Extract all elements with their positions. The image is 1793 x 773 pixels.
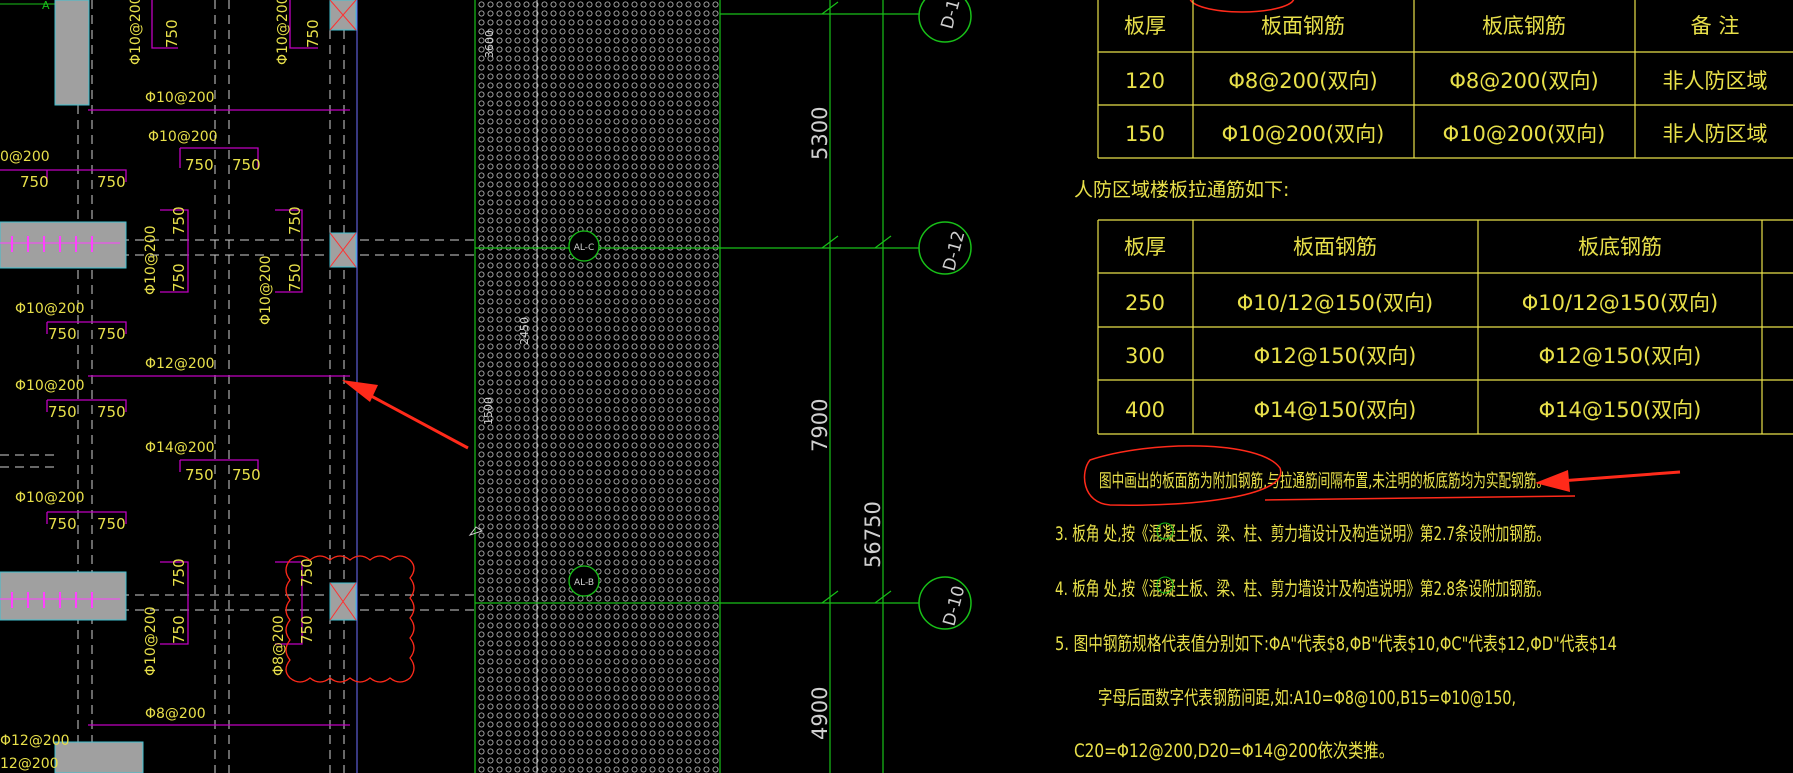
spacing-label: 750 bbox=[20, 173, 49, 191]
grid-bubble-d-10[interactable]: D-10 bbox=[918, 576, 972, 630]
grid-dimensions: 5300 7900 56750 4900 bbox=[808, 107, 885, 740]
spacing-label: 750 bbox=[170, 615, 188, 644]
table2-cell: Φ12@150(双向) bbox=[1254, 344, 1417, 368]
wall-section: 3600 2450 1500 bbox=[468, 0, 721, 773]
grid-bubble-d-12[interactable]: D-12 bbox=[918, 221, 972, 275]
table2-cell: Φ14@150(双向) bbox=[1539, 398, 1702, 422]
rebar-label: 12@200 bbox=[0, 756, 59, 772]
markup-ellipse-top[interactable] bbox=[1189, 0, 1295, 13]
note-4: 4. 板角 处,按《混凝土板、梁、柱、剪力墙设计及构造说明》第2.8条设附加钢筋… bbox=[1055, 578, 1550, 600]
table2-cell: 300 bbox=[1125, 344, 1165, 368]
rebar-label: Φ12@200 bbox=[145, 356, 215, 372]
spacing-label: 750 bbox=[170, 206, 188, 235]
annotation-arrow-right bbox=[1535, 470, 1681, 492]
rebar-label: Φ10@200 bbox=[15, 490, 85, 506]
markup-underline bbox=[1264, 495, 1576, 501]
table2-cell: Φ10/12@150(双向) bbox=[1237, 291, 1434, 315]
grid-dim: 4900 bbox=[808, 687, 832, 740]
table2-cell: 400 bbox=[1125, 398, 1165, 422]
rebar-label: Φ8@200 bbox=[145, 706, 206, 722]
rebar-label: Φ10@200 bbox=[15, 301, 85, 317]
table1-cell: Φ10@200(双向) bbox=[1443, 122, 1606, 146]
spacing-label: 750 bbox=[304, 19, 322, 48]
rebar-label: Φ14@200 bbox=[145, 440, 215, 456]
table1-header: 备 注 bbox=[1691, 14, 1740, 38]
spacing-label: 750 bbox=[97, 325, 126, 343]
table1-header: 板底钢筋 bbox=[1482, 14, 1566, 38]
spacing-label: 750 bbox=[185, 466, 214, 484]
wall-dim: 3600 bbox=[483, 30, 496, 58]
spacing-label: 750 bbox=[170, 558, 188, 587]
rebar-label: Φ12@200 bbox=[0, 733, 70, 749]
table1-cell: 非人防区域 bbox=[1663, 122, 1768, 146]
axis-bubble-al-b[interactable]: AL-B bbox=[568, 565, 600, 597]
spacing-label: 750 bbox=[298, 558, 316, 587]
axis-bubble-al-c[interactable]: AL-C bbox=[568, 230, 600, 262]
spacing-label: 750 bbox=[185, 156, 214, 174]
note-5-line3: C20=Φ12@200,D20=Φ14@200依次类推。 bbox=[1074, 740, 1394, 762]
grid-dim: 7900 bbox=[808, 399, 832, 452]
table2-cell: Φ10/12@150(双向) bbox=[1522, 291, 1719, 315]
cad-drawing-canvas[interactable]: A Φ10@200 Φ10@200 Φ10@200 Φ10@200 0@200 … bbox=[0, 0, 1793, 773]
table1-cell: 150 bbox=[1125, 122, 1165, 146]
spacing-label: 750 bbox=[48, 325, 77, 343]
spacing-label: 750 bbox=[232, 156, 261, 174]
note-highlight: 图中画出的板面筋为附加钢筋,与拉通筋间隔布置,未注明的板底筋均为实配钢筋。 bbox=[1099, 471, 1549, 492]
table1-cell: 120 bbox=[1125, 69, 1165, 93]
rebar-label: Φ10@200 bbox=[143, 225, 159, 295]
spacing-labels: 750 750 750 750 750 750 750 750 750 750 … bbox=[20, 19, 322, 644]
spacing-label: 750 bbox=[286, 263, 304, 292]
spacing-label: 750 bbox=[97, 173, 126, 191]
note-3: 3. 板角 处,按《混凝土板、梁、柱、剪力墙设计及构造说明》第2.7条设附加钢筋… bbox=[1055, 523, 1550, 545]
note-5-line1: 5. 图中钢筋规格代表值分别如下:ΦA"代表$8,ΦB"代表$10,ΦC"代表$… bbox=[1055, 633, 1617, 655]
rebar-label: Φ10@200 bbox=[145, 90, 215, 106]
table1-cell: Φ8@200(双向) bbox=[1228, 69, 1377, 93]
table2-header: 板厚 bbox=[1124, 235, 1166, 259]
table1-header: 板厚 bbox=[1124, 14, 1166, 38]
wall-dim: 1500 bbox=[482, 397, 495, 425]
rebar-label: Φ10@200 bbox=[275, 0, 291, 65]
table2-header: 板面钢筋 bbox=[1293, 235, 1377, 259]
top-axis-label: A bbox=[42, 0, 50, 12]
table2-header: 板底钢筋 bbox=[1578, 235, 1662, 259]
spacing-label: 750 bbox=[97, 403, 126, 421]
spacing-label: 750 bbox=[232, 466, 261, 484]
spacing-label: 750 bbox=[170, 263, 188, 292]
rebar-label: Φ8@200 bbox=[271, 615, 287, 676]
section2-title: 人防区域楼板拉通筋如下: bbox=[1074, 179, 1289, 201]
annotation-arrow-left bbox=[342, 380, 469, 450]
svg-text:AL-C: AL-C bbox=[574, 243, 595, 253]
table2-cell: Φ12@150(双向) bbox=[1539, 344, 1702, 368]
floor-plan-area: A Φ10@200 Φ10@200 Φ10@200 Φ10@200 0@200 … bbox=[0, 0, 475, 773]
rebar-labels: Φ10@200 Φ10@200 Φ10@200 Φ10@200 0@200 Φ1… bbox=[0, 0, 291, 772]
table2-cell: Φ14@150(双向) bbox=[1254, 398, 1417, 422]
table2-cell: 250 bbox=[1125, 291, 1165, 315]
rebar-label: 0@200 bbox=[0, 149, 50, 165]
spacing-label: 750 bbox=[163, 19, 181, 48]
rebar-label: Φ10@200 bbox=[258, 255, 274, 325]
spacing-label: 750 bbox=[48, 403, 77, 421]
spacing-label: 750 bbox=[48, 515, 77, 533]
table1-header: 板面钢筋 bbox=[1261, 14, 1345, 38]
spacing-label: 750 bbox=[97, 515, 126, 533]
svg-text:AL-B: AL-B bbox=[574, 578, 594, 588]
notes-area: 板厚 板面钢筋 板底钢筋 备 注 120 Φ8@200(双向) Φ8@200(双… bbox=[1055, 0, 1793, 762]
table1-cell: 非人防区域 bbox=[1663, 69, 1768, 93]
rebar-label: Φ10@200 bbox=[148, 129, 218, 145]
grid-bubble-d-1[interactable]: D-1 bbox=[918, 0, 972, 43]
spacing-label: 750 bbox=[298, 615, 316, 644]
table1-cell: Φ8@200(双向) bbox=[1449, 69, 1598, 93]
rebar-label: Φ10@200 bbox=[143, 606, 159, 676]
grid-dim: 56750 bbox=[861, 501, 885, 568]
note-5-line2: 字母后面数字代表钢筋间距,如:A10=Φ8@100,B15=Φ10@150, bbox=[1098, 687, 1516, 709]
grid-dim: 5300 bbox=[808, 107, 832, 160]
rebar-label: Φ10@200 bbox=[15, 378, 85, 394]
wall-dim: 2450 bbox=[518, 317, 531, 345]
table1-cell: Φ10@200(双向) bbox=[1222, 122, 1385, 146]
spacing-label: 750 bbox=[286, 206, 304, 235]
rebar-label: Φ10@200 bbox=[128, 0, 144, 65]
